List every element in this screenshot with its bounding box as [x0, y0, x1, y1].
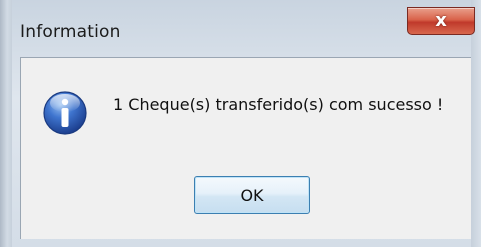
title-bar[interactable]: Information x: [0, 0, 481, 58]
close-button[interactable]: x: [407, 7, 475, 35]
dialog-message: 1 Cheque(s) transferido(s) com sucesso !: [113, 95, 444, 114]
dialog-body: 1 Cheque(s) transferido(s) com sucesso !…: [20, 57, 471, 239]
dialog-window: Information x 1 Cheque(s) transferido(s)…: [0, 0, 481, 247]
information-icon: [43, 91, 87, 135]
close-icon: x: [435, 10, 447, 31]
ok-button[interactable]: OK: [194, 176, 310, 214]
window-title: Information: [20, 22, 121, 42]
